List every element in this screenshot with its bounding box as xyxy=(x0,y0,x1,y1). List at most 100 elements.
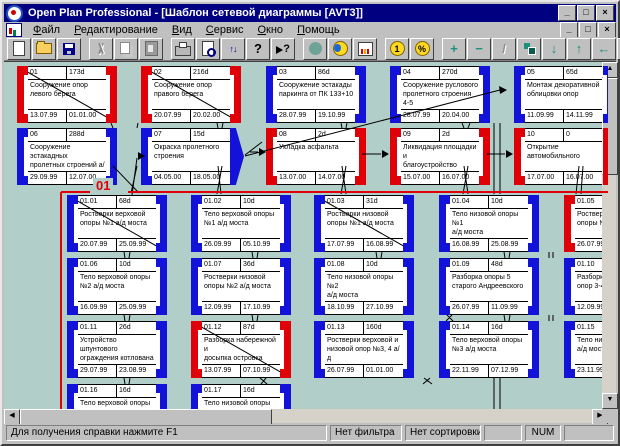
toolbar: ↑↓??1%+−/↓↑←→Z↖ xyxy=(4,37,616,61)
task-05[interactable]: 0565dМонтаж декоративнойоблицовки опор11… xyxy=(514,66,608,123)
menu-item-window[interactable]: Окно xyxy=(250,23,290,37)
print-button[interactable] xyxy=(171,38,195,60)
task-01.06[interactable]: 01.0610dТело верховой опоры№2 а/д моста1… xyxy=(67,258,167,315)
help-button[interactable]: ? xyxy=(246,38,270,60)
task-01.14[interactable]: 01.1416dТело верховой опоры№3 а/д моста2… xyxy=(439,321,539,378)
activity-description: Сооружение эстакадныхпролетных строений … xyxy=(28,142,106,171)
activity-left-cap xyxy=(514,66,525,123)
globe-button[interactable] xyxy=(328,38,352,60)
task-01[interactable]: 01173dСооружение опорлевого берега13.07.… xyxy=(17,66,117,123)
activity-right-cap xyxy=(403,258,414,315)
activity-description: Сооружение эстакадыпаркинга от ПК 133+10 xyxy=(277,80,355,109)
resource-button[interactable] xyxy=(303,38,327,60)
open-file-button[interactable] xyxy=(32,38,56,60)
percent-button[interactable]: % xyxy=(410,38,434,60)
menu-item-view[interactable]: Вид xyxy=(165,23,199,37)
task-01.02[interactable]: 01.0210dТело верховой опоры№1 а/д моста2… xyxy=(191,195,291,252)
activity-left-cap xyxy=(314,321,325,378)
task-01.12[interactable]: 01.1287dРазборка набережной идосыпка ост… xyxy=(191,321,291,378)
close-button[interactable]: × xyxy=(596,5,614,21)
task-04[interactable]: 04270dСооружение русловогопролетного стр… xyxy=(390,66,490,123)
link-button[interactable]: / xyxy=(492,38,516,60)
activity-description: Тело верховой опоры№1 а/д моста xyxy=(202,209,280,238)
menu-item-file[interactable]: Файл xyxy=(26,23,67,37)
status-num: NUM xyxy=(525,425,561,441)
window-title: Open Plan Professional - [Шаблон сетевой… xyxy=(28,7,558,19)
outline-button[interactable] xyxy=(517,38,541,60)
task-03[interactable]: 0386dСооружение эстакадыпаркинга от ПК 1… xyxy=(266,66,366,123)
client-area: 01 01173dСооружение опорлевого берега13.… xyxy=(4,61,616,423)
task-01.08[interactable]: 01.0810dТело низовой опоры №2а/д моста18… xyxy=(314,258,414,315)
remove-button[interactable]: − xyxy=(467,38,491,60)
child-restore-button[interactable]: □ xyxy=(579,22,597,38)
activity-right-cap xyxy=(403,321,414,378)
context-help-icon: ? xyxy=(276,43,290,55)
activity-start-date: 12.09.99 xyxy=(202,302,241,314)
activity-left-cap xyxy=(17,66,28,123)
globe-icon xyxy=(333,41,348,56)
minimize-button[interactable]: _ xyxy=(558,5,576,21)
app-icon[interactable] xyxy=(6,5,23,22)
task-06[interactable]: 06288dСооружение эстакадныхпролетных стр… xyxy=(17,128,117,185)
add-button[interactable]: + xyxy=(442,38,466,60)
new-file-icon xyxy=(13,41,25,56)
menu-item-help[interactable]: Помощь xyxy=(290,23,347,37)
task-01.09[interactable]: 01.0948dРазборка опоры 5старого Андреевс… xyxy=(439,258,539,315)
task-01.16[interactable]: 01.1616dТело верховой опоры№4 а/д моста xyxy=(67,384,167,409)
activity-start-date: 13.07.99 xyxy=(28,110,67,122)
menu-item-edit[interactable]: Редактирование xyxy=(67,23,165,37)
move-left-button[interactable]: ← xyxy=(592,38,616,60)
task-02[interactable]: 02216dСооружение опорправого берега20.07… xyxy=(141,66,241,123)
save-button[interactable] xyxy=(57,38,81,60)
copy-button[interactable] xyxy=(114,38,138,60)
cut-button[interactable] xyxy=(89,38,113,60)
activity-left-cap xyxy=(191,195,202,252)
task-08[interactable]: 082dУкладка асфальта13.07.0014.07.00 xyxy=(266,128,366,185)
child-window-icon[interactable] xyxy=(6,23,22,37)
new-file-button[interactable] xyxy=(7,38,31,60)
child-close-button[interactable]: × xyxy=(598,22,616,38)
task-01.17[interactable]: 01.1716dТело низовой опоры №4а/д моста xyxy=(191,384,291,409)
activity-id: 08 xyxy=(277,129,316,141)
task-01.04[interactable]: 01.0410dТело низовой опоры №1а/д моста16… xyxy=(439,195,539,252)
context-help-button[interactable]: ? xyxy=(271,38,295,60)
task-01.03[interactable]: 01.0331dРостверки низовойопоры №1 а/д мо… xyxy=(314,195,414,252)
activity-duration: 16d xyxy=(241,385,280,397)
move-up-button[interactable]: ↑ xyxy=(567,38,591,60)
activity-left-cap xyxy=(141,128,152,185)
child-minimize-button[interactable]: _ xyxy=(560,22,578,38)
histogram-button[interactable] xyxy=(353,38,377,60)
activity-left-cap xyxy=(439,258,450,315)
scroll-left-icon[interactable]: ◀ xyxy=(4,409,20,425)
menu-item-tools[interactable]: Сервис xyxy=(199,23,251,37)
scrollbar-corner xyxy=(602,409,616,423)
activity-description: Ликвидация площадки иблагоустройство xyxy=(401,142,479,171)
task-01.11[interactable]: 01.1126dУстройство шпунтовогоограждения … xyxy=(67,321,167,378)
restore-button[interactable]: □ xyxy=(577,5,595,21)
activity-id: 09 xyxy=(401,129,440,141)
task-10[interactable]: 100Открытиеавтомобильного17.07.0016.07.0… xyxy=(514,128,608,185)
task-09[interactable]: 092dЛиквидация площадки иблагоустройство… xyxy=(390,128,490,185)
scroll-down-icon[interactable]: ▼ xyxy=(602,393,618,409)
activity-end-date: 20.04.00 xyxy=(440,110,479,122)
cost-button[interactable]: 1 xyxy=(385,38,409,60)
activity-duration: 16d xyxy=(117,385,156,397)
horizontal-scrollbar[interactable]: ◀ ▶ xyxy=(4,409,608,423)
activity-right-cap xyxy=(280,321,291,378)
copy-icon xyxy=(120,42,130,54)
time-analysis-button[interactable]: ↑↓ xyxy=(221,38,245,60)
move-down-button[interactable]: ↓ xyxy=(542,38,566,60)
task-07[interactable]: 0715dОкраска пролетногостроения04.05.001… xyxy=(141,128,241,185)
task-01.13[interactable]: 01.13160dРостверки верховой инизовой опо… xyxy=(314,321,414,378)
task-01.07[interactable]: 01.0736dРостверки низовойопоры №2 а/д мо… xyxy=(191,258,291,315)
horizontal-scroll-thumb[interactable] xyxy=(20,409,272,425)
activity-left-cap xyxy=(266,66,277,123)
activity-description: Сооружение опорправого берега xyxy=(152,80,230,109)
status-help: Для получения справки нажмите F1 xyxy=(6,425,327,441)
network-diagram-canvas[interactable]: 01 01173dСооружение опорлевого берега13.… xyxy=(4,62,608,409)
activity-description: Сооружение опорлевого берега xyxy=(28,80,106,109)
task-01.01[interactable]: 01.0168dРостверки верховойопоры №1 а/д м… xyxy=(67,195,167,252)
activity-duration: 173d xyxy=(67,67,106,79)
paste-button[interactable] xyxy=(139,38,163,60)
print-preview-button[interactable] xyxy=(196,38,220,60)
